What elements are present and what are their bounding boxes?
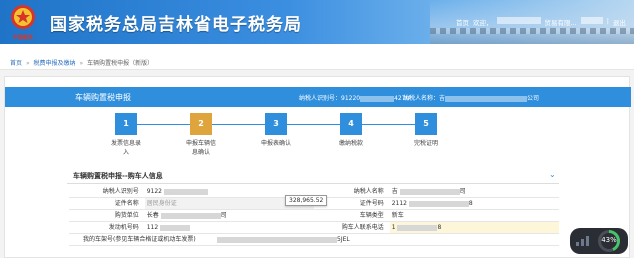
breadcrumb: 首页 » 税费申报及缴纳 » 车辆购置税申报（新版） — [10, 58, 153, 67]
taxpayer-id-start: 91220 — [341, 95, 361, 102]
engine-number-field[interactable]: 112 — [145, 222, 314, 233]
taxpayer-id-label: 纳税人识别号： — [299, 95, 342, 102]
vehicle-type-field: 新车 — [391, 212, 404, 219]
purchasing-unit-field: 长春 司 — [146, 212, 227, 219]
step-1[interactable]: 1 发票信息录入 — [91, 113, 161, 157]
taxpayer-name-field: 吉 司 — [391, 188, 466, 195]
performance-widget[interactable]: 43% — [570, 228, 628, 254]
home-link[interactable]: 首页 — [456, 17, 469, 27]
step-number: 3 — [265, 113, 287, 135]
form-row: 发动机号码 112 购车人联系电话 1 8 — [69, 222, 559, 234]
tax-emblem-icon — [11, 5, 35, 29]
taxpayer-id-field-label: 纳税人识别号 — [102, 188, 139, 195]
step-label: 申报车辆信 息确认 — [185, 140, 216, 156]
header-taxpayer-name: 纳税人名称：吉 公司 — [403, 93, 539, 102]
breadcrumb-separator: » — [25, 60, 30, 67]
vehicle-type-field-label: 车辆类型 — [359, 212, 384, 219]
buyer-phone-input[interactable]: 1 8 — [389, 222, 559, 233]
breadcrumb-bar: 首页 » 税费申报及缴纳 » 车辆购置税申报（新版） — [0, 44, 634, 70]
top-links: 首页 欢迎， 贸易有限... | 退出 — [456, 17, 626, 27]
amount-tooltip: 328,965.52 — [285, 195, 328, 206]
usage-percent: 43% — [601, 236, 617, 244]
site-header: 中国税务 国家税务总局吉林省电子税务局 首页 欢迎， 贸易有限... | 退出 — [0, 0, 634, 44]
breadcrumb-tax-declaration[interactable]: 税费申报及缴纳 — [34, 60, 76, 67]
collapse-chevron-icon[interactable]: ⌄ — [549, 170, 556, 179]
purchasing-unit-field-label: 购货单位 — [114, 212, 139, 219]
taxpayer-id-masked — [360, 95, 395, 102]
link-separator: | — [606, 17, 609, 25]
step-3[interactable]: 3 申报表确认 — [241, 113, 311, 148]
site-title: 国家税务总局吉林省电子税务局 — [50, 15, 302, 35]
form-row: 购货单位 长春 司 车辆类型 新车 — [69, 210, 559, 222]
progress-steps: 1 发票信息录入 2 申报车辆信 息确认 3 申报表确认 4 缴纳税款 5 完税证… — [5, 113, 631, 163]
step-number: 2 — [190, 113, 212, 135]
card-header: 车辆购置税申报 纳税人识别号：91220 427U 纳税人名称：吉 公司 — [5, 87, 631, 107]
step-number: 4 — [340, 113, 362, 135]
vin-field[interactable]: 5JEL — [215, 234, 415, 245]
header-taxpayer-id: 纳税人识别号：91220 427U — [299, 93, 410, 102]
step-label: 缴纳税款 — [338, 140, 363, 147]
card-title: 车辆购置税申报 — [75, 93, 131, 102]
taxpayer-name-end: 公司 — [527, 95, 540, 102]
engine-number-field-label: 发动机号码 — [108, 224, 139, 231]
breadcrumb-current: 车辆购置税申报（新版） — [87, 60, 154, 67]
taxpayer-name-label: 纳税人名称： — [403, 95, 440, 102]
form-row: 我的车架号(参见车辆合格证或机动车发票) 5JEL — [69, 234, 559, 246]
step-label: 发票信息录入 — [110, 140, 141, 156]
step-label: 申报表确认 — [260, 140, 291, 147]
step-number: 1 — [115, 113, 137, 135]
step-label: 完税证明 — [413, 140, 438, 147]
company-link[interactable]: 贸易有限... — [545, 17, 577, 27]
step-5[interactable]: 5 完税证明 — [391, 113, 461, 148]
declaration-card: 车辆购置税申报 纳税人识别号：91220 427U 纳税人名称：吉 公司 1 发票信… — [4, 76, 631, 258]
breadcrumb-home[interactable]: 首页 — [10, 60, 22, 67]
great-wall-decoration — [430, 28, 634, 34]
company-masked — [580, 17, 603, 24]
step-number: 5 — [415, 113, 437, 135]
network-bars-icon — [576, 236, 592, 246]
id-type-field-label: 证件名称 — [114, 200, 139, 207]
section-title: 车辆购置税申报--购车人信息 — [73, 172, 163, 180]
vin-field-label: 我的车架号(参见车辆合格证或机动车发票) — [83, 236, 196, 243]
logout-link[interactable]: 退出 — [613, 17, 626, 27]
emblem-label: 中国税务 — [12, 35, 33, 41]
welcome-text: 欢迎， — [473, 19, 493, 27]
buyer-phone-field-label: 购车人联系电话 — [341, 224, 384, 231]
username-masked — [496, 17, 541, 24]
step-4[interactable]: 4 缴纳税款 — [316, 113, 386, 148]
section-divider — [67, 183, 559, 184]
breadcrumb-separator: » — [79, 60, 84, 67]
taxpayer-name-masked — [445, 95, 528, 102]
id-number-field[interactable]: 2112 8 — [390, 198, 559, 209]
step-2[interactable]: 2 申报车辆信 息确认 — [166, 113, 236, 157]
